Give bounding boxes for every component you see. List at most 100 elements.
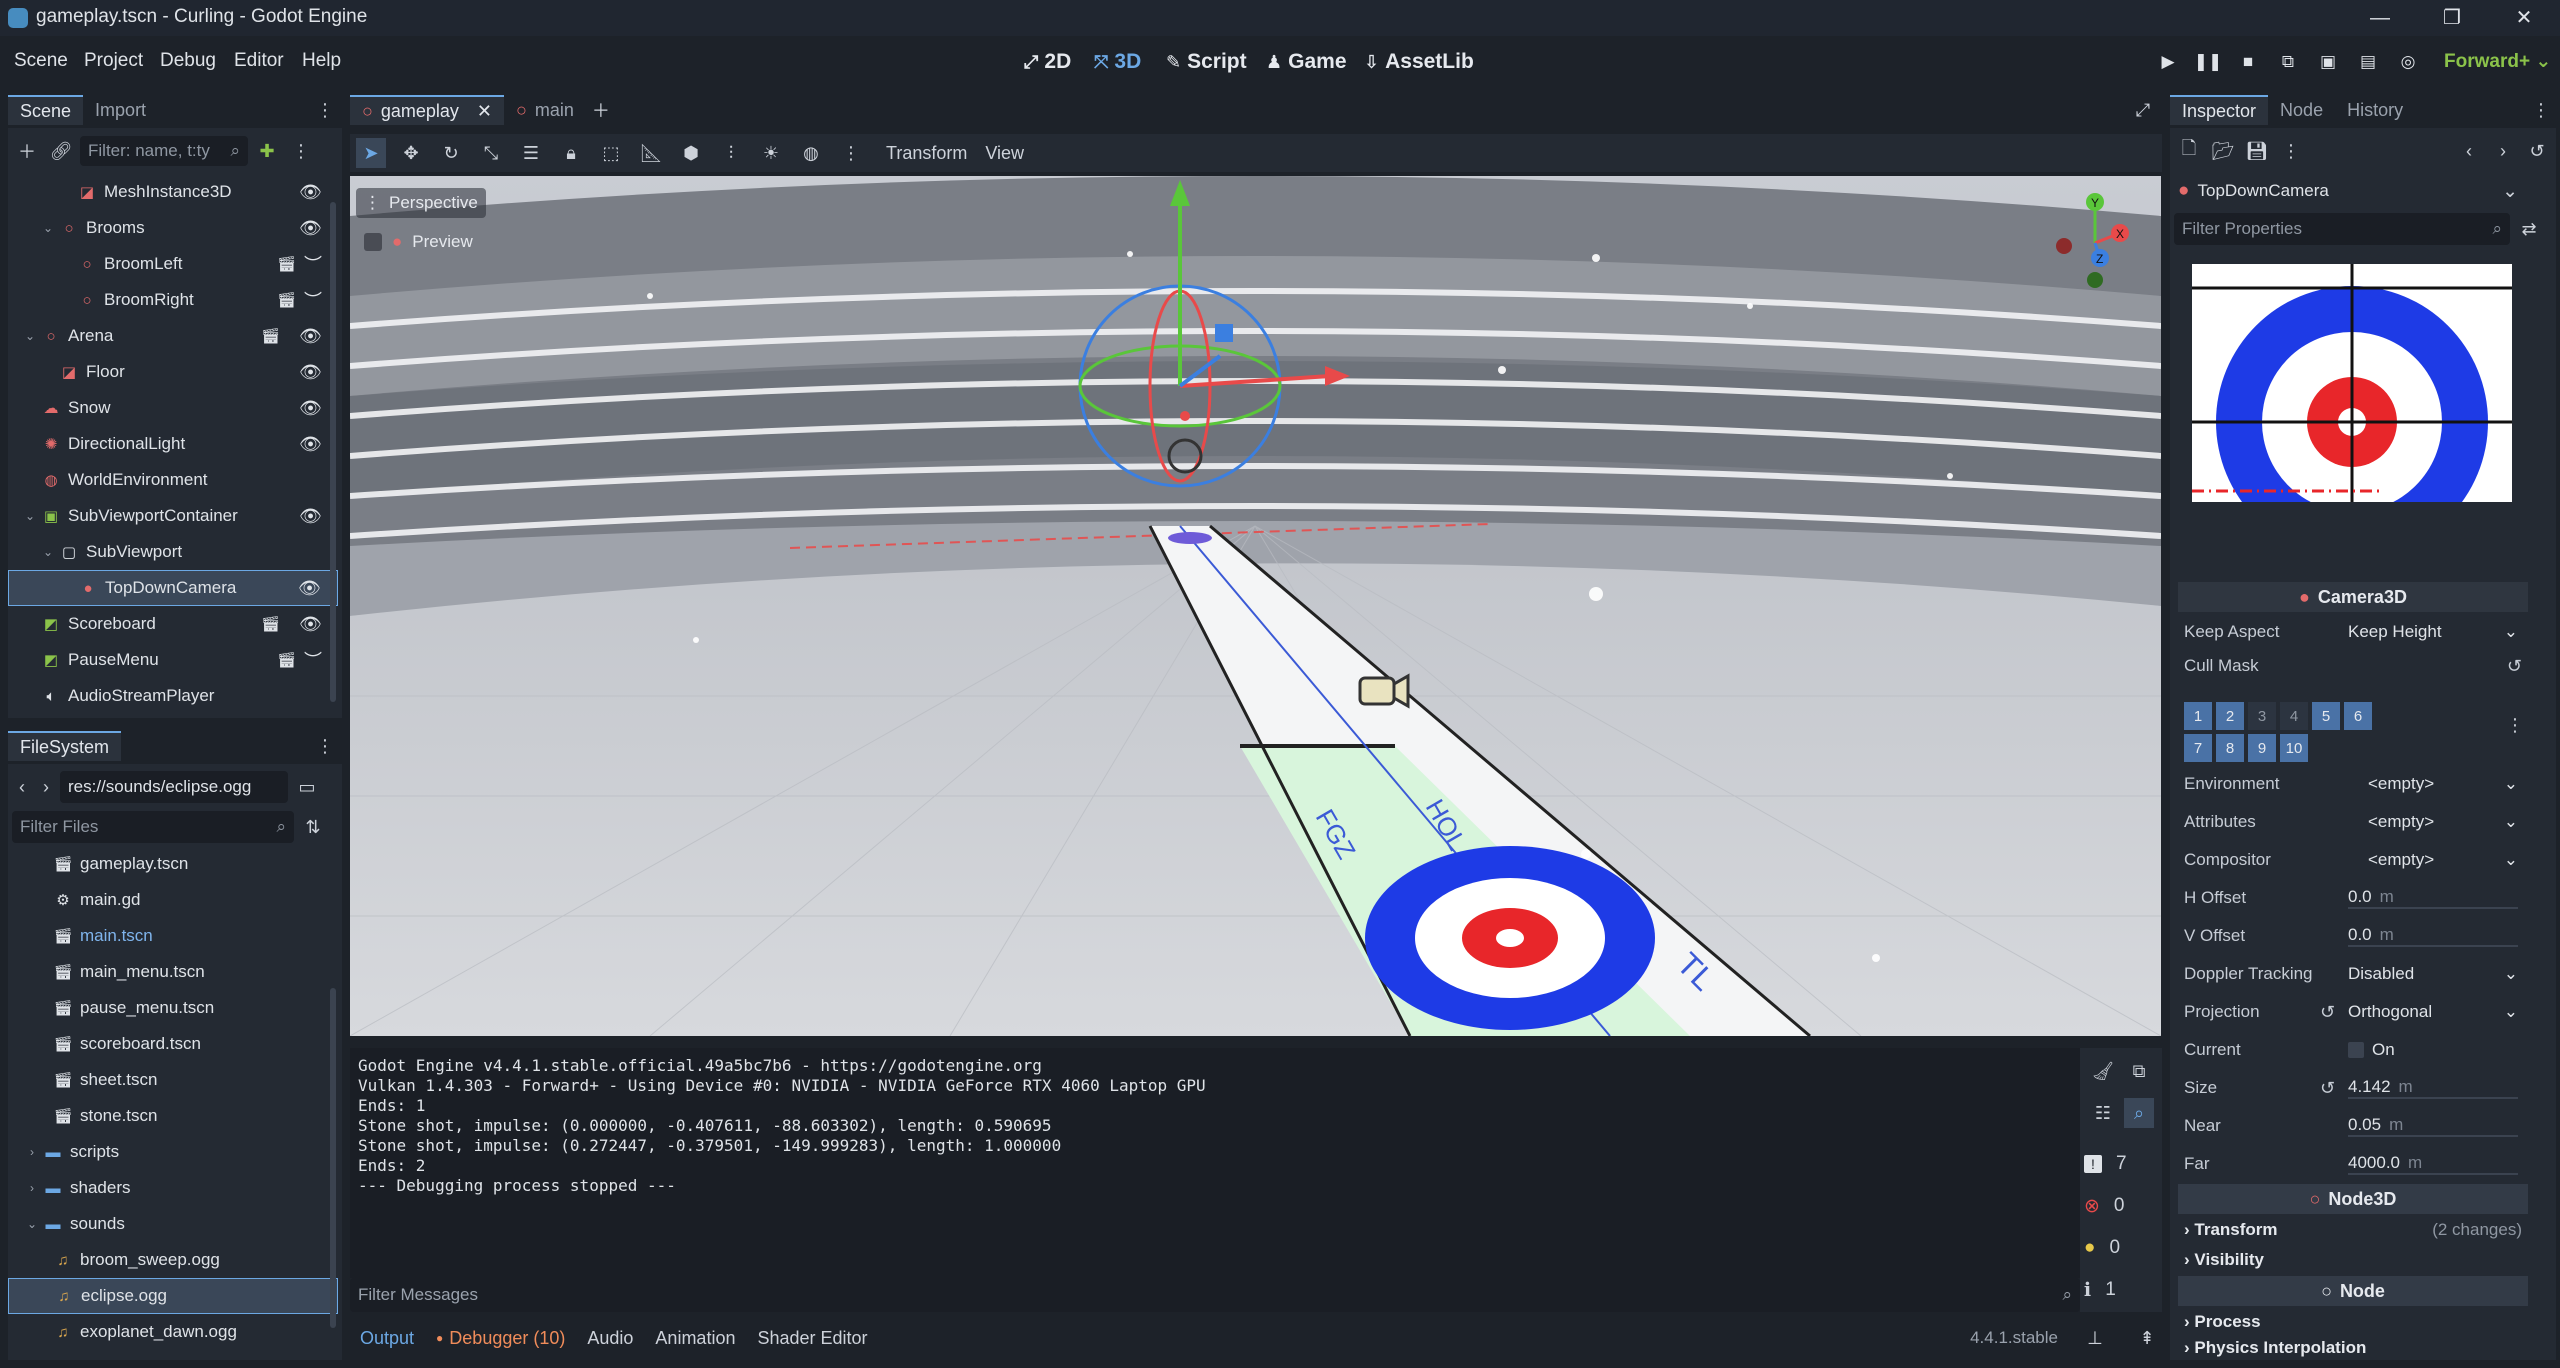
error-filter-toggle[interactable]: ⊗ 0 (2084, 1190, 2158, 1222)
sun-preview-icon[interactable]: ☀ (756, 138, 786, 168)
3d-viewport[interactable]: HOL FGZ TL ⋮ Perspective ● Preview Y X Z (350, 176, 2161, 1036)
select-tool-icon[interactable]: ➤ (356, 138, 386, 168)
property-current[interactable]: Current On (2178, 1032, 2528, 1068)
property-attributes[interactable]: Attributes <empty> ⌄ (2178, 804, 2528, 840)
visibility-eye-icon[interactable]: 👁︎ (299, 218, 322, 239)
scene-node-worldenvironment[interactable]: ◍ WorldEnvironment (8, 462, 338, 498)
visibility-eye-icon[interactable]: 👁︎ (299, 506, 322, 527)
property-h-offset[interactable]: H Offset 0.0 m (2178, 880, 2528, 916)
tab-import[interactable]: Import (83, 95, 158, 125)
file-item[interactable]: 🎬︎ main_menu.tscn (8, 954, 338, 990)
tab-audio[interactable]: Audio (587, 1328, 633, 1349)
file-filter-input[interactable]: Filter Files ⌕ (12, 811, 294, 843)
scene-node-pausemenu[interactable]: ◩ PauseMenu 🎬︎ ︶ (8, 642, 338, 678)
play-icon[interactable]: ▶ (2152, 48, 2184, 76)
checkbox[interactable] (2348, 1042, 2364, 1058)
scene-menu-icon[interactable]: ⋮ (286, 136, 316, 166)
open-scene-icon[interactable]: 🎬︎ (277, 255, 296, 273)
scene-node-snow[interactable]: ☁ Snow 👁︎ (8, 390, 338, 426)
cull-layer-1[interactable]: 1 (2184, 702, 2212, 730)
visibility-hidden-icon[interactable]: ︶ (304, 251, 322, 277)
more-icon[interactable]: ⋮ (836, 138, 866, 168)
open-scene-icon[interactable]: 🎬︎ (277, 291, 296, 309)
close-tab-icon[interactable]: ✕ (477, 101, 492, 122)
file-item[interactable]: ♫ exoplanet_dawn.ogg (8, 1314, 338, 1350)
tab-shader-editor[interactable]: Shader Editor (757, 1328, 867, 1349)
folder-item[interactable]: › ▬ scripts (8, 1134, 338, 1170)
search-toggle-icon[interactable]: ⌕ (2124, 1098, 2154, 1128)
stop-icon[interactable]: ■ (2232, 48, 2264, 76)
property-projection[interactable]: Projection ↺ Orthogonal ⌄ (2178, 994, 2528, 1030)
maximize-button[interactable]: ❐ (2432, 2, 2472, 34)
property-compositor[interactable]: Compositor <empty> ⌄ (2178, 842, 2528, 878)
revert-icon[interactable]: ↺ (2320, 1002, 2335, 1023)
environment-preview-icon[interactable]: ◍ (796, 138, 826, 168)
camera-gizmo-icon[interactable] (1358, 673, 1410, 709)
preview-checkbox[interactable] (364, 233, 382, 251)
scene-node-subviewport[interactable]: ⌄ ▢ SubViewport (8, 534, 338, 570)
renderer-select[interactable]: Forward+ ⌄ (2444, 50, 2551, 73)
folder-item[interactable]: › ▬ shaders (8, 1170, 338, 1206)
camera3d-section-header[interactable]: ● Camera3D (2178, 582, 2528, 612)
view-menu[interactable]: View (985, 143, 1024, 164)
expand-panel-icon[interactable]: ⇞ (2132, 1323, 2162, 1353)
menu-debug[interactable]: Debug (160, 50, 216, 72)
file-item[interactable]: ⚙ main.gd (8, 882, 338, 918)
sort-icon[interactable]: ⇅ (298, 812, 328, 842)
move-tool-icon[interactable]: ✥ (396, 138, 426, 168)
tab-main[interactable]: ○ main (504, 95, 586, 125)
open-resource-icon[interactable]: 📂︎ (2208, 136, 2238, 166)
workspace-assetlib-button[interactable]: ⇩ AssetLib (1364, 46, 1474, 78)
object-history-icon[interactable]: ↺ (2522, 136, 2552, 166)
dock-menu-icon[interactable]: ⋮ (310, 731, 340, 761)
filter-messages-input[interactable]: Filter Messages ⌕ (350, 1278, 2080, 1312)
workspace-3d-button[interactable]: ⤧ 3D (1094, 46, 1141, 78)
visibility-hidden-icon[interactable]: ︶ (304, 287, 322, 313)
new-resource-icon[interactable]: 🗋︎ (2174, 136, 2204, 166)
tab-filesystem[interactable]: FileSystem (8, 731, 122, 761)
property-editor[interactable]: 0.05 m (2348, 1115, 2518, 1137)
file-tree-scrollbar[interactable] (330, 988, 336, 1328)
visibility-eye-icon[interactable]: 👁︎ (298, 578, 321, 599)
file-item[interactable]: 🎬︎ sheet.tscn (8, 1062, 338, 1098)
property-v-offset[interactable]: V Offset 0.0 m (2178, 918, 2528, 954)
ruler-icon[interactable]: 📐︎ (636, 138, 666, 168)
visibility-eye-icon[interactable]: 👁︎ (299, 434, 322, 455)
property-editor[interactable]: Orthogonal ⌄ (2348, 1002, 2518, 1022)
visibility-eye-icon[interactable]: 👁︎ (299, 326, 322, 347)
menu-project[interactable]: Project (84, 50, 143, 72)
cull-layer-4[interactable]: 4 (2280, 702, 2308, 730)
snap-icon[interactable]: ⫶ (716, 138, 746, 168)
workspace-2d-button[interactable]: ⤢ 2D (1024, 46, 1071, 78)
rotate-tool-icon[interactable]: ↻ (436, 138, 466, 168)
cull-layer-6[interactable]: 6 (2344, 702, 2372, 730)
property-editor[interactable]: Keep Height ⌄ (2348, 622, 2518, 642)
cull-layer-9[interactable]: 9 (2248, 734, 2276, 762)
attach-script-icon[interactable]: ✚ (252, 136, 282, 166)
property-editor[interactable]: <empty> ⌄ (2348, 850, 2518, 870)
visibility-eye-icon[interactable]: 👁︎ (299, 182, 322, 203)
movie-maker-icon[interactable]: ◎ (2392, 48, 2424, 76)
scene-node-scoreboard[interactable]: ◩ Scoreboard 🎬︎ 👁︎ (8, 606, 338, 642)
new-scene-tab-icon[interactable]: ＋ (586, 95, 616, 125)
collapse-arrow-icon[interactable]: ⌄ (22, 509, 38, 523)
node-section-header[interactable]: ○ Node (2178, 1276, 2528, 1306)
collapse-arrow-icon[interactable]: ⌄ (40, 545, 56, 559)
link-icon[interactable]: 🔗︎ (46, 136, 76, 166)
scene-node-broomleft[interactable]: ○ BroomLeft 🎬︎ ︶ (8, 246, 338, 282)
tab-inspector[interactable]: Inspector (2170, 95, 2269, 125)
history-forward-icon[interactable]: › (2488, 136, 2518, 166)
property-size[interactable]: Size ↺ 4.142 m (2178, 1070, 2528, 1106)
scene-node-brooms[interactable]: ⌄ ○ Brooms 👁︎ (8, 210, 338, 246)
visibility-eye-icon[interactable]: 👁︎ (299, 398, 322, 419)
revert-icon[interactable]: ↺ (2320, 1078, 2335, 1099)
play-custom-scene-icon[interactable]: ▤ (2352, 48, 2384, 76)
workspace-game-button[interactable]: ♟ Game (1266, 46, 1347, 78)
group-icon[interactable]: ⬚ (596, 138, 626, 168)
property-environment[interactable]: Environment <empty> ⌄ (2178, 766, 2528, 802)
scene-node-directionallight[interactable]: ✺ DirectionalLight 👁︎ (8, 426, 338, 462)
clear-output-icon[interactable]: 🧹︎ (2088, 1056, 2118, 1086)
visibility-section[interactable]: › Visibility (2178, 1242, 2528, 1278)
open-scene-icon[interactable]: 🎬︎ (261, 327, 280, 345)
dock-menu-icon[interactable]: ⋮ (310, 95, 340, 125)
